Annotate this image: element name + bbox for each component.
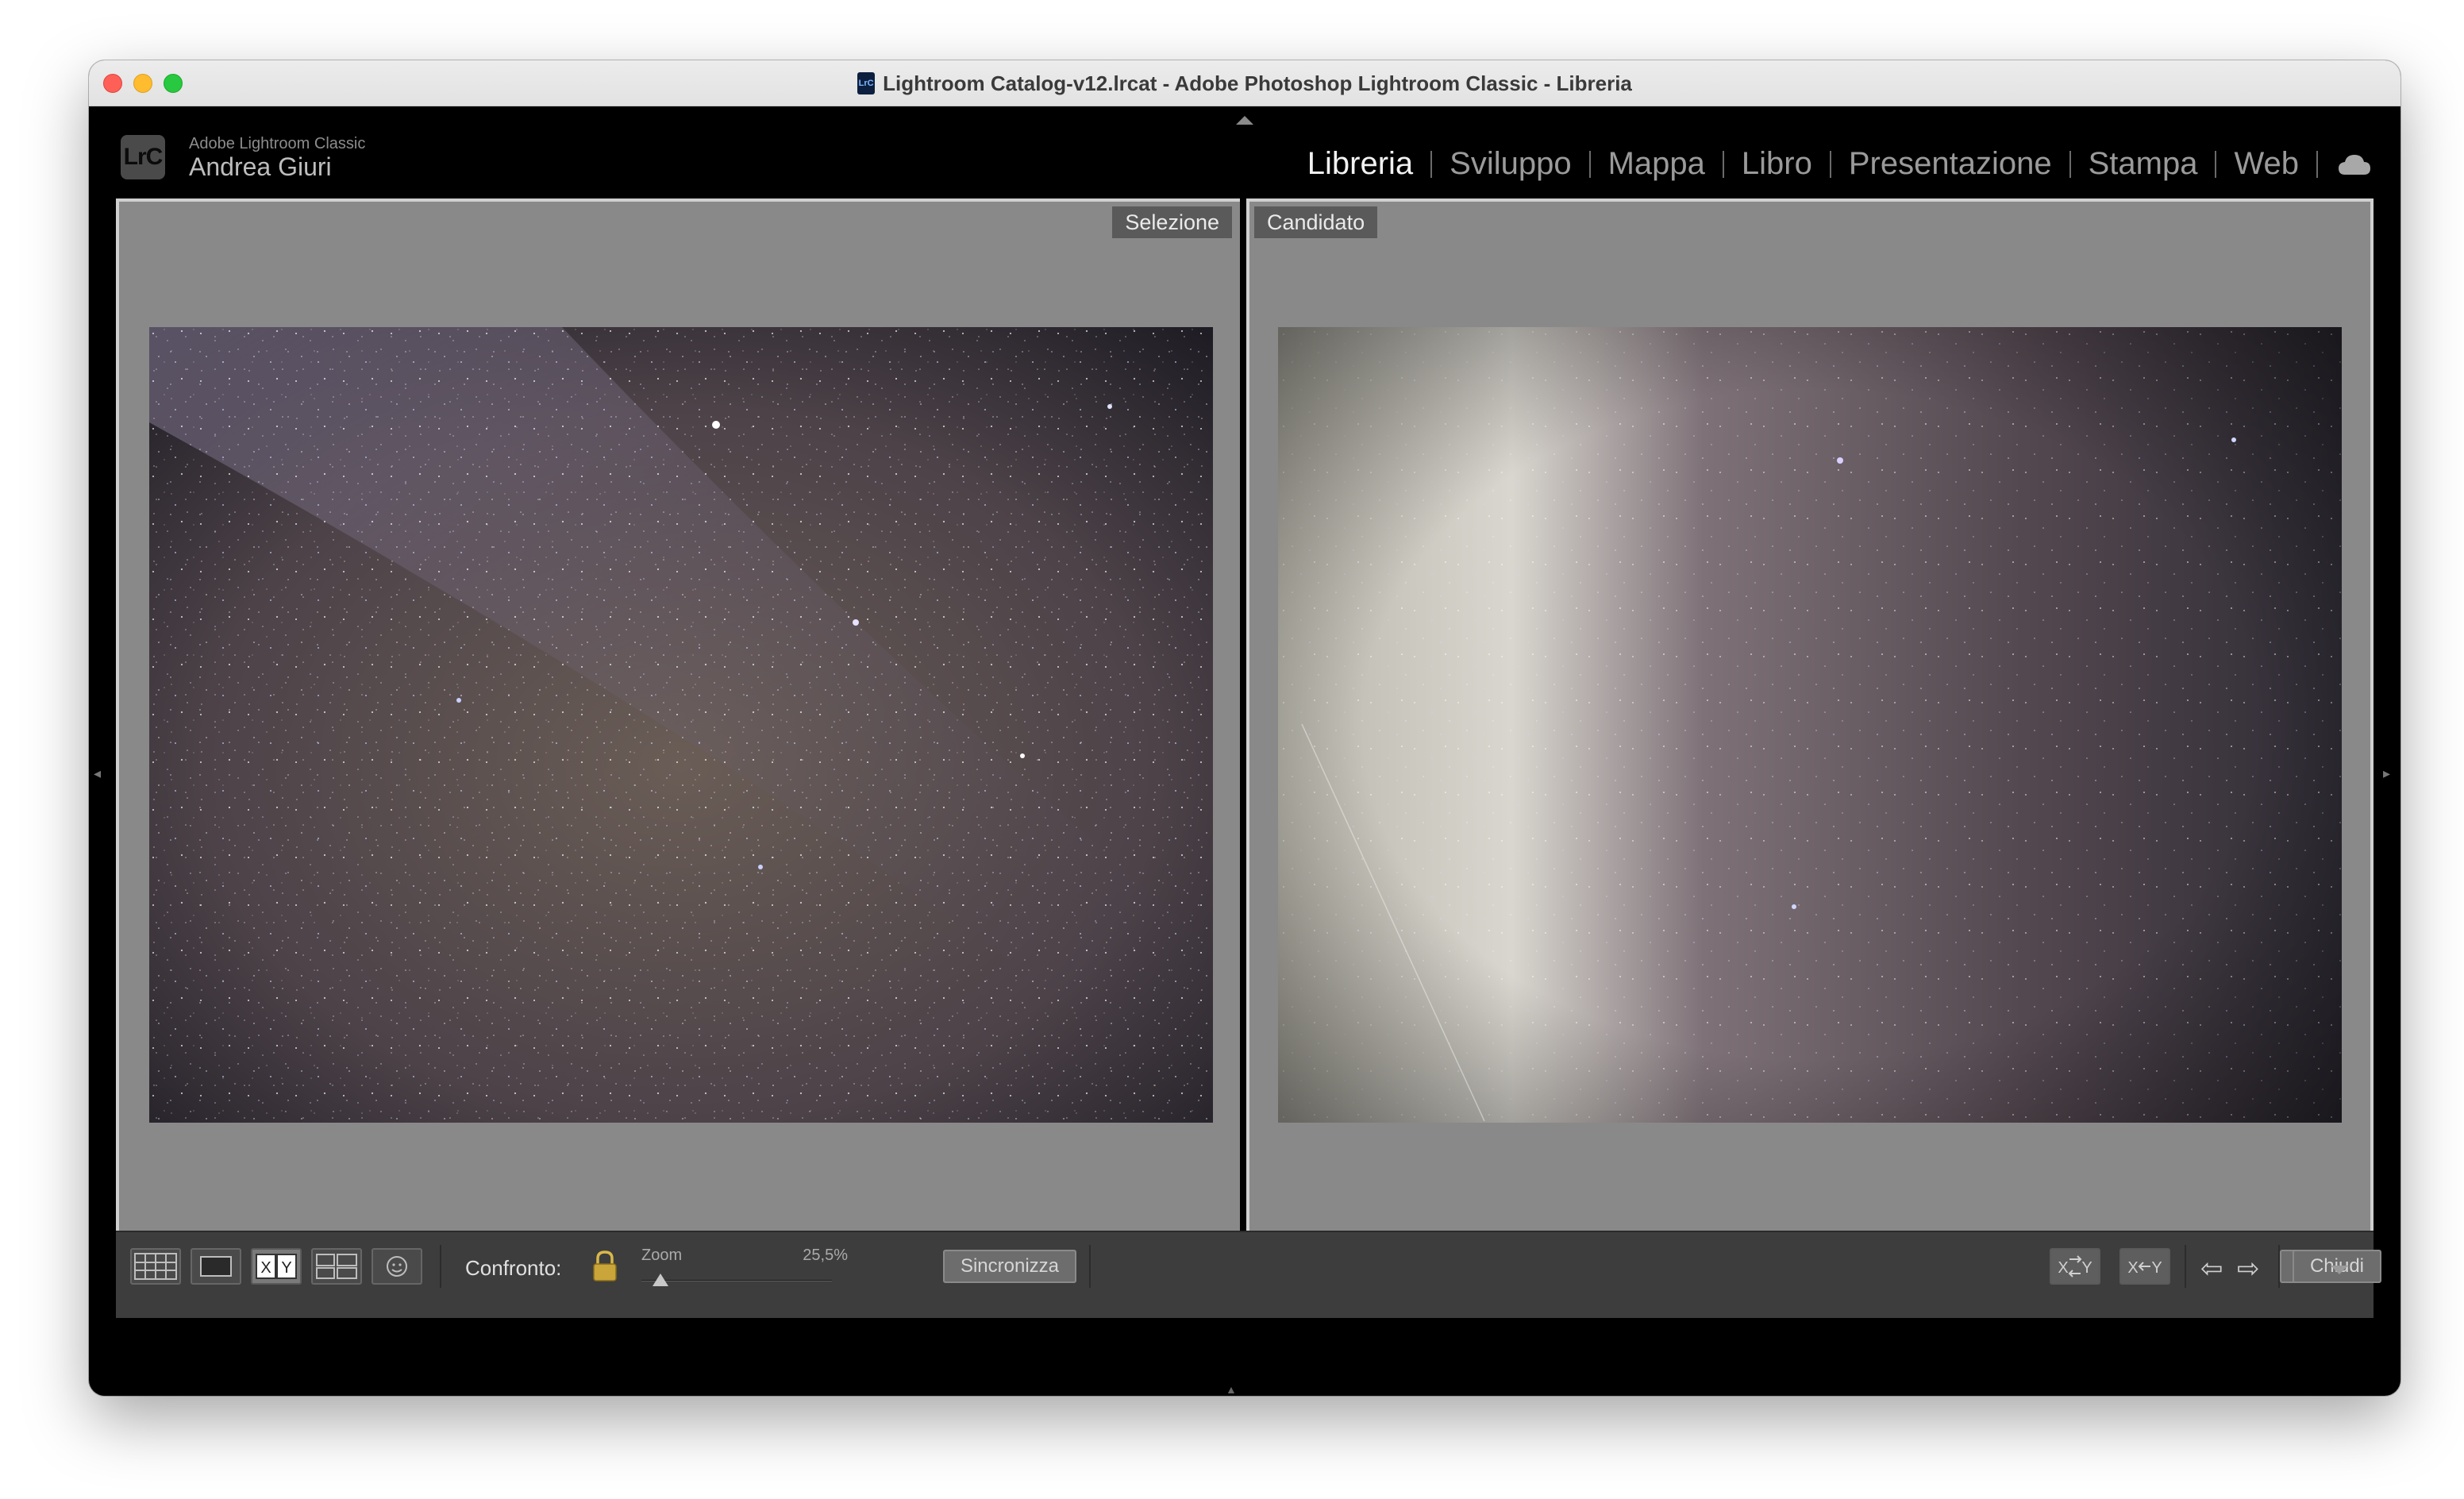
select-pane[interactable]: Selezione (116, 198, 1240, 1258)
right-panel-toggle-icon[interactable]: ▸ (2383, 765, 2390, 782)
toolbar-separator (2185, 1245, 2186, 1288)
svg-text:X: X (2058, 1259, 2068, 1277)
module-presentazione[interactable]: Presentazione (1849, 146, 2052, 182)
toolbar-separator (1089, 1245, 1091, 1288)
compare-view-button[interactable]: X Y (251, 1248, 302, 1285)
left-panel-toggle-icon[interactable]: ◂ (94, 765, 101, 782)
module-mappa[interactable]: Mappa (1608, 146, 1705, 182)
survey-view-icon (316, 1254, 357, 1279)
module-separator (2215, 150, 2217, 178)
make-select-icon: X Y (2127, 1259, 2162, 1277)
people-view-button[interactable] (372, 1248, 422, 1285)
module-stampa[interactable]: Stampa (2089, 146, 2198, 182)
cloud-icon[interactable] (2337, 152, 2372, 176)
module-web[interactable]: Web (2234, 146, 2299, 182)
svg-text:X: X (2127, 1259, 2138, 1277)
compare-toolbar: X Y Confronto: Zoom 25,5% Sincronizza X … (116, 1231, 2381, 1318)
module-libro[interactable]: Libro (1742, 146, 1812, 182)
toolbar-separator (440, 1245, 441, 1288)
loupe-view-button[interactable] (191, 1248, 241, 1285)
candidate-photo[interactable] (1278, 327, 2342, 1123)
people-view-icon (387, 1256, 407, 1277)
title-bar: LrC Lightroom Catalog-v12.lrcat - Adobe … (89, 60, 2400, 106)
candidate-pane[interactable]: Candidato (1246, 198, 2374, 1258)
user-name: Andrea Giuri (189, 152, 332, 181)
compare-view: Selezione Candidato (116, 198, 2374, 1323)
grid-view-button[interactable] (130, 1248, 181, 1285)
module-sviluppo[interactable]: Sviluppo (1450, 146, 1571, 182)
previous-photo-button[interactable]: ⇦ (2200, 1253, 2223, 1285)
survey-view-button[interactable] (311, 1248, 362, 1285)
compare-label: Confronto: (465, 1256, 562, 1280)
title-wrap: LrC Lightroom Catalog-v12.lrcat - Adobe … (89, 60, 2400, 106)
zoom-label: Zoom (641, 1247, 683, 1264)
loupe-view-icon (200, 1256, 232, 1277)
module-separator (2069, 150, 2071, 178)
select-label: Selezione (1112, 206, 1232, 238)
app-window: LrC Lightroom Catalog-v12.lrcat - Adobe … (89, 60, 2400, 1396)
svg-text:X: X (260, 1259, 271, 1277)
collapse-top-panel-icon[interactable] (1236, 116, 1253, 125)
swap-button[interactable]: X Y (2050, 1248, 2100, 1285)
module-separator (1588, 150, 1591, 178)
make-select-button[interactable]: X Y (2119, 1248, 2170, 1285)
lock-icon[interactable] (591, 1250, 619, 1283)
document-icon: LrC (857, 72, 876, 94)
toolbar-options-chevron-icon[interactable] (2331, 1266, 2348, 1274)
zoom-slider-thumb[interactable] (653, 1274, 668, 1286)
zoom-value: 25,5% (803, 1247, 848, 1264)
sync-button[interactable]: Sincronizza (943, 1250, 1076, 1283)
module-separator (1829, 150, 1831, 178)
swap-icon: X Y (2058, 1255, 2092, 1277)
identity-plate-bar: LrC Adobe Lightroom Classic Andrea Giuri… (89, 106, 2400, 198)
module-libreria[interactable]: Libreria (1307, 146, 1413, 182)
filmstrip-toggle-icon[interactable]: ▲ (1226, 1383, 1237, 1396)
grid-view-icon (134, 1253, 177, 1280)
compare-view-icon: X Y (256, 1254, 297, 1279)
lrc-logo: LrC (121, 135, 165, 179)
svg-text:Y: Y (281, 1259, 291, 1277)
svg-text:Y: Y (2151, 1259, 2162, 1277)
app-name: Adobe Lightroom Classic (189, 135, 366, 152)
window-title: Lightroom Catalog-v12.lrcat - Adobe Phot… (883, 71, 1632, 95)
module-separator (1722, 150, 1724, 178)
module-separator (2316, 150, 2318, 178)
svg-text:Y: Y (2081, 1259, 2092, 1277)
zoom-slider[interactable] (641, 1280, 832, 1281)
module-separator (1430, 150, 1433, 178)
module-picker: Libreria Sviluppo Mappa Libro Presentazi… (1307, 146, 2372, 182)
candidate-label: Candidato (1254, 206, 1378, 238)
select-photo[interactable] (149, 327, 1213, 1123)
next-photo-button[interactable]: ⇨ (2237, 1253, 2260, 1285)
